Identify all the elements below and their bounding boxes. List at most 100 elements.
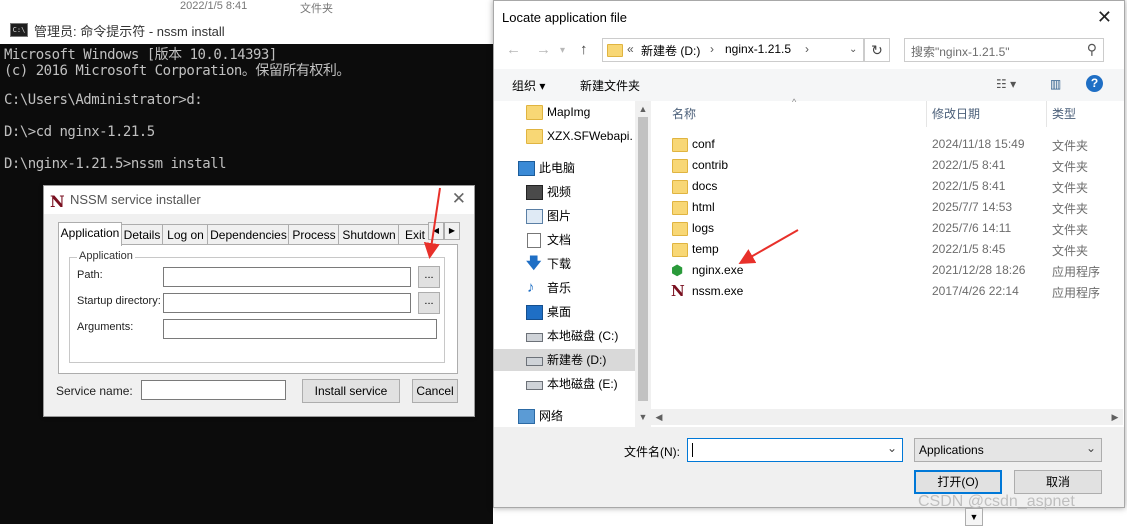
chevron-down-icon[interactable]: ⌄: [1086, 441, 1096, 455]
startup-browse-button[interactable]: ...: [418, 292, 440, 314]
help-icon[interactable]: ?: [1086, 75, 1103, 92]
scroll-thumb[interactable]: [638, 117, 648, 401]
nav-item-music[interactable]: ♪ 音乐: [494, 277, 636, 299]
open-button[interactable]: 打开(O): [914, 470, 1002, 494]
close-icon[interactable]: ✕: [1097, 7, 1112, 28]
scroll-left-icon[interactable]: ◀: [651, 409, 667, 425]
filename-input[interactable]: ⌄: [687, 438, 903, 462]
tab-exit[interactable]: Exit: [398, 224, 432, 245]
file-row-logs[interactable]: logs 2025/7/6 14:11 文件夹: [666, 218, 1106, 239]
nssm-tabs: Application Details Log on Dependencies …: [58, 222, 464, 246]
column-header-name[interactable]: 名称: [672, 105, 696, 122]
nav-item-videos[interactable]: 视频: [494, 181, 636, 203]
nav-item-mapimg[interactable]: MapImg: [494, 101, 636, 123]
tab-scroll-right-button[interactable]: ▶: [444, 222, 460, 240]
nav-item-pictures[interactable]: 图片: [494, 205, 636, 227]
file-row-temp[interactable]: temp 2022/1/5 8:45 文件夹: [666, 239, 1106, 260]
nav-item-network[interactable]: 网络: [494, 405, 636, 425]
horizontal-scrollbar[interactable]: ◀ ▶: [651, 409, 1123, 425]
scroll-down-icon[interactable]: ▼: [635, 409, 651, 425]
documents-icon: [527, 233, 541, 248]
column-header-type[interactable]: 类型: [1052, 105, 1076, 122]
file-row-nginx-exe[interactable]: ⬢ nginx.exe 2021/12/28 18:26 应用程序: [666, 260, 1106, 281]
view-options-icon[interactable]: ☷ ▾: [996, 77, 1016, 91]
file-type: 文件夹: [1052, 223, 1089, 237]
chevron-right-icon[interactable]: ›: [710, 42, 714, 56]
file-row-conf[interactable]: conf 2024/11/18 15:49 文件夹: [666, 134, 1106, 155]
console-line: D:\nginx-1.21.5>nssm install: [4, 156, 227, 172]
file-date: 2025/7/6 14:11: [932, 221, 1012, 235]
tab-application[interactable]: Application: [58, 222, 122, 246]
nav-item-label: 此电脑: [539, 161, 576, 175]
file-row-docs[interactable]: docs 2022/1/5 8:41 文件夹: [666, 176, 1106, 197]
tab-details[interactable]: Details: [120, 224, 164, 245]
back-arrow-icon[interactable]: ←: [506, 41, 521, 58]
tab-shutdown[interactable]: Shutdown: [338, 224, 400, 245]
file-date: 2017/4/26 22:14: [932, 284, 1019, 298]
console-title: 管理员: 命令提示符 - nssm install: [34, 24, 225, 39]
nav-item-drive-d[interactable]: 新建卷 (D:): [494, 349, 636, 371]
nav-item-label: 音乐: [547, 281, 572, 295]
search-icon: ⚲: [1086, 41, 1097, 57]
console-titlebar[interactable]: C:\ 管理员: 命令提示符 - nssm install: [0, 14, 493, 45]
new-folder-button[interactable]: 新建文件夹: [580, 77, 640, 94]
close-icon[interactable]: ✕: [452, 189, 466, 209]
chevron-down-icon[interactable]: ⌄: [849, 44, 857, 55]
nssm-titlebar[interactable]: N NSSM service installer ✕: [44, 186, 474, 214]
file-type: 应用程序: [1052, 265, 1101, 279]
nav-item-documents[interactable]: 文档: [494, 229, 636, 251]
breadcrumb-folder[interactable]: nginx-1.21.5: [725, 42, 791, 56]
breadcrumb-drive[interactable]: 新建卷 (D:): [641, 42, 700, 59]
column-divider[interactable]: [926, 101, 927, 127]
file-name: nssm.exe: [692, 284, 744, 298]
path-input[interactable]: [163, 267, 411, 287]
organize-menu[interactable]: 组织 ▾: [512, 77, 545, 94]
file-date: 2025/7/7 14:53: [932, 200, 1013, 214]
file-row-nssm-exe[interactable]: N nssm.exe 2017/4/26 22:14 应用程序: [666, 281, 1106, 302]
nssm-dialog: N NSSM service installer ✕ Application D…: [43, 185, 475, 417]
forward-arrow-icon[interactable]: →: [536, 41, 551, 58]
preview-pane-icon[interactable]: ▥: [1050, 77, 1061, 91]
startup-directory-input[interactable]: [163, 293, 411, 313]
chevron-down-icon[interactable]: ⌄: [887, 441, 897, 455]
nssm-icon: N: [671, 282, 685, 300]
tab-process[interactable]: Process: [288, 224, 340, 245]
address-bar[interactable]: « 新建卷 (D:) › nginx-1.21.5 › ⌄: [602, 38, 864, 62]
column-header-date[interactable]: 修改日期: [932, 105, 980, 122]
folder-icon: [526, 105, 543, 120]
arguments-input[interactable]: [163, 319, 437, 339]
install-service-button[interactable]: Install service: [302, 379, 400, 403]
nav-item-this-pc[interactable]: 此电脑: [494, 157, 636, 179]
scroll-up-icon[interactable]: ▲: [635, 101, 651, 117]
service-name-input[interactable]: [141, 380, 286, 400]
tab-dependencies[interactable]: Dependencies: [207, 224, 290, 245]
file-type-select[interactable]: Applications ⌄: [914, 438, 1102, 462]
search-input[interactable]: 搜索"nginx-1.21.5" ⚲: [904, 38, 1104, 62]
recent-locations-icon[interactable]: ▾: [560, 45, 565, 56]
file-dialog: Locate application file ✕ ← → ▾ ↑ « 新建卷 …: [493, 0, 1125, 508]
path-browse-button[interactable]: ...: [418, 266, 440, 288]
cancel-button[interactable]: 取消: [1014, 470, 1102, 494]
nav-item-drive-e[interactable]: 本地磁盘 (E:): [494, 373, 636, 395]
tab-scroll-left-button[interactable]: ◀: [428, 222, 444, 240]
navigation-scrollbar[interactable]: ▲ ▼: [635, 101, 651, 427]
column-divider[interactable]: [1046, 101, 1047, 127]
refresh-button[interactable]: ↻: [864, 38, 890, 62]
file-row-contrib[interactable]: contrib 2022/1/5 8:41 文件夹: [666, 155, 1106, 176]
nav-item-drive-c[interactable]: 本地磁盘 (C:): [494, 325, 636, 347]
cancel-button[interactable]: Cancel: [412, 379, 458, 403]
nav-item-desktop[interactable]: 桌面: [494, 301, 636, 323]
application-group-label: Application: [77, 250, 135, 262]
chevron-right-icon[interactable]: ›: [805, 42, 809, 56]
file-date: 2021/12/28 18:26: [932, 263, 1026, 277]
scroll-right-icon[interactable]: ▶: [1107, 409, 1123, 425]
up-arrow-icon[interactable]: ↑: [580, 41, 588, 58]
folder-icon: [526, 129, 543, 144]
nav-item-xzx[interactable]: XZX.SFWebapi.: [494, 125, 636, 147]
tab-log-on[interactable]: Log on: [162, 224, 209, 245]
breadcrumb-overflow-icon[interactable]: «: [627, 42, 634, 56]
computer-icon: [518, 161, 535, 176]
nav-item-downloads[interactable]: 🡇 下载: [494, 253, 636, 275]
file-row-html[interactable]: html 2025/7/7 14:53 文件夹: [666, 197, 1106, 218]
application-group: Application Path: ... Startup directory:…: [69, 250, 445, 363]
